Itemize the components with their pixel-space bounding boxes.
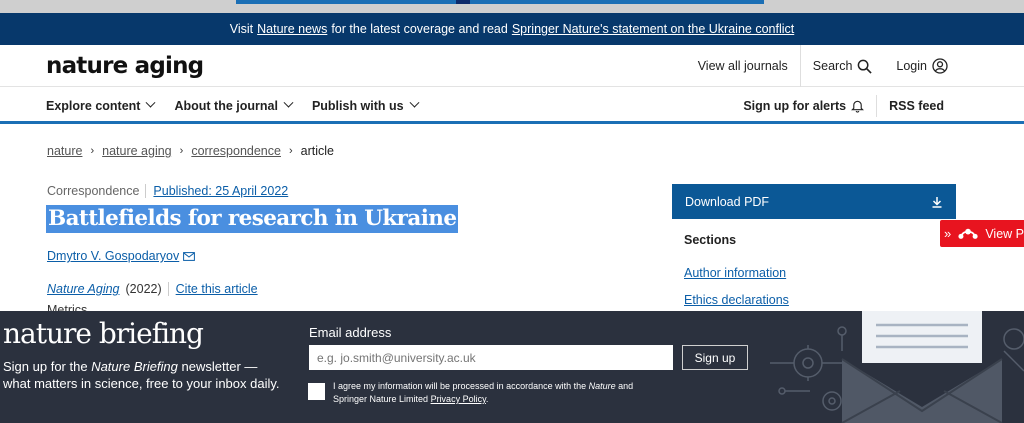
mendeley-icon	[958, 228, 978, 239]
briefing-desc-pre: Sign up for the	[3, 359, 88, 374]
sign-up-alerts-link[interactable]: Sign up for alerts	[731, 95, 876, 117]
chevron-down-icon	[146, 97, 156, 108]
journal-logo[interactable]: nature aging	[46, 53, 204, 79]
double-chevron-icon: »	[944, 226, 952, 241]
mendeley-label: View P	[985, 226, 1024, 241]
breadcrumb-current: article	[300, 144, 334, 158]
rss-feed-link[interactable]: RSS feed	[876, 94, 956, 117]
search-label: Search	[812, 59, 853, 73]
article-title: Battlefields for research in Ukraine	[46, 205, 459, 233]
breadcrumb-separator-icon: ›	[179, 145, 184, 157]
section-author-information-link[interactable]: Author information	[684, 266, 786, 280]
nav-explore-content[interactable]: Explore content	[46, 97, 156, 113]
briefing-desc-emphasis: Nature Briefing	[91, 359, 178, 374]
ukraine-banner: Visit Nature news for the latest coverag…	[0, 13, 1024, 45]
privacy-policy-link[interactable]: Privacy Policy	[431, 394, 486, 404]
nav-explore-content-label: Explore content	[46, 98, 141, 113]
envelope-gears-illustration	[770, 311, 1024, 423]
nav-about-journal[interactable]: About the journal	[174, 97, 294, 113]
section-ethics-declarations-link[interactable]: Ethics declarations	[684, 293, 789, 307]
view-all-journals-label: View all journals	[697, 59, 788, 73]
briefing-description: Sign up for the Nature Briefing newslett…	[3, 358, 283, 392]
article-meta: Correspondence Published: 25 April 2022	[47, 184, 288, 198]
download-pdf-button[interactable]: Download PDF	[672, 184, 956, 219]
banner-middle: for the latest coverage and read	[331, 22, 508, 36]
article-type: Correspondence	[47, 184, 140, 198]
bell-icon	[851, 100, 865, 113]
journal-year: (2022)	[125, 282, 162, 296]
author-link[interactable]: Dmytro V. Gospodaryov	[47, 249, 196, 263]
download-icon	[932, 196, 942, 208]
nav-about-journal-label: About the journal	[174, 98, 278, 113]
nature-briefing-panel: nature briefing Sign up for the Nature B…	[0, 311, 1024, 423]
author-name: Dmytro V. Gospodaryov	[47, 249, 180, 263]
email-label: Email address	[309, 325, 392, 340]
rss-feed-label: RSS feed	[889, 98, 944, 113]
main-nav: Explore content About the journal Publis…	[0, 87, 1024, 124]
view-all-journals-link[interactable]: View all journals	[686, 45, 800, 87]
cite-article-link[interactable]: Cite this article	[167, 282, 258, 296]
consent-text: I agree my information will be processed…	[333, 380, 663, 406]
nav-actions: Sign up for alerts RSS feed	[731, 87, 956, 124]
mendeley-view-pdf-button[interactable]: » View P	[940, 220, 1024, 247]
breadcrumb-correspondence[interactable]: correspondence	[191, 144, 281, 158]
user-icon	[932, 58, 948, 74]
journal-citation: Nature Aging (2022) Cite this article	[47, 282, 258, 296]
banner-nature-news-link[interactable]: Nature news	[257, 22, 327, 36]
breadcrumb: nature › nature aging › correspondence ›…	[47, 144, 334, 158]
site-header: nature aging View all journals Search Lo…	[0, 45, 1024, 87]
consent-checkbox[interactable]	[308, 383, 325, 400]
consent-text-nature: Nature	[588, 381, 616, 391]
top-strip-bar	[236, 0, 764, 4]
browser-top-strip	[0, 0, 1024, 13]
email-input[interactable]	[309, 345, 673, 370]
chevron-down-icon	[409, 97, 420, 108]
consent-text-end: .	[485, 394, 489, 404]
journal-name-link[interactable]: Nature Aging	[47, 282, 120, 296]
login-label: Login	[896, 59, 927, 73]
sections-heading: Sections	[684, 233, 737, 247]
login-button[interactable]: Login	[884, 45, 960, 87]
sign-up-alerts-label: Sign up for alerts	[743, 98, 847, 113]
breadcrumb-separator-icon: ›	[90, 145, 95, 157]
nav-publish-with-us[interactable]: Publish with us	[311, 97, 420, 113]
search-icon	[858, 59, 873, 74]
nav-menu: Explore content About the journal Publis…	[46, 87, 420, 124]
published-date-link[interactable]: Published: 25 April 2022	[145, 184, 288, 198]
search-button[interactable]: Search	[799, 45, 885, 87]
briefing-logo: nature briefing	[3, 317, 204, 350]
banner-prefix: Visit	[229, 22, 254, 36]
header-actions: View all journals Search Login	[686, 45, 960, 87]
chevron-down-icon	[283, 97, 294, 108]
breadcrumb-nature-aging[interactable]: nature aging	[102, 144, 172, 158]
nav-publish-with-us-label: Publish with us	[311, 98, 404, 113]
mail-icon	[183, 251, 196, 261]
breadcrumb-separator-icon: ›	[288, 145, 293, 157]
briefing-signup-button[interactable]: Sign up	[682, 345, 748, 370]
breadcrumb-nature[interactable]: nature	[47, 144, 82, 158]
banner-statement-link[interactable]: Springer Nature's statement on the Ukrai…	[512, 22, 794, 36]
consent-text-pre: I agree my information will be processed…	[333, 381, 587, 391]
download-pdf-label: Download PDF	[685, 194, 770, 209]
